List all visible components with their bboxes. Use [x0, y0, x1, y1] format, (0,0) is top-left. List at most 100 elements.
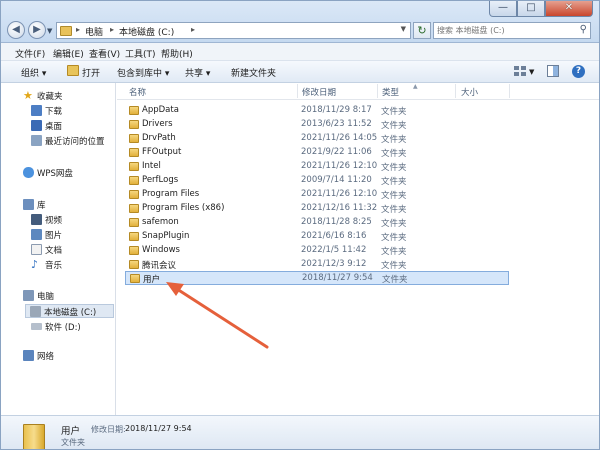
back-icon: ◀ [12, 24, 20, 35]
new-folder-button[interactable]: 新建文件夹 [231, 66, 276, 79]
cloud-icon [23, 167, 34, 178]
column-date-modified[interactable]: 修改日期 [302, 86, 336, 98]
desktop-icon [31, 120, 42, 131]
breadcrumb-computer[interactable]: 电脑 [85, 25, 103, 38]
file-row[interactable]: SnapPlugin 2021/6/16 8:16 文件夹 [125, 230, 509, 244]
picture-icon [31, 229, 42, 240]
menu-tools[interactable]: 工具(T) [125, 47, 156, 60]
address-bar[interactable]: ▸ 电脑 ▸ 本地磁盘 (C:) ▸ ▼ [56, 22, 411, 39]
file-row[interactable]: Intel 2021/11/26 12:10 文件夹 [125, 160, 509, 174]
file-row[interactable]: 腾讯会议 2021/12/3 9:12 文件夹 [125, 258, 509, 272]
drive-icon [31, 323, 42, 330]
sort-arrow-icon: ▲ [413, 83, 418, 90]
folder-icon [60, 26, 72, 36]
library-icon [23, 199, 34, 210]
file-list: AppData 2018/11/29 8:17 文件夹 Drivers 2013… [117, 101, 599, 415]
column-size[interactable]: 大小 [461, 86, 478, 98]
column-divider[interactable] [377, 84, 378, 98]
breadcrumb-separator-icon[interactable]: ▸ [76, 25, 80, 34]
column-headers: ▲ 名称 修改日期 类型 大小 [117, 83, 599, 100]
back-button[interactable]: ◀ [7, 21, 25, 39]
navigation-pane: ★ 收藏夹 下载 桌面 最近访问的位置 WPS网盘 库 视频 图片 文档 ♪ 音… [1, 83, 116, 415]
menu-file[interactable]: 文件(F) [15, 47, 45, 60]
folder-icon [130, 274, 140, 283]
file-row[interactable]: safemon 2018/11/28 8:25 文件夹 [125, 216, 509, 230]
breadcrumb-separator-icon[interactable]: ▸ [191, 25, 195, 34]
file-row-selected[interactable]: 用户 2018/11/27 9:54 文件夹 [125, 271, 509, 285]
file-row[interactable]: DrvPath 2021/11/26 14:05 文件夹 [125, 132, 509, 146]
computer-icon [23, 290, 34, 301]
view-dropdown-icon[interactable]: ▼ [529, 68, 534, 76]
search-icon: ⚲ [579, 24, 587, 35]
open-button[interactable]: 打开 [82, 66, 100, 79]
search-input[interactable] [434, 23, 574, 38]
folder-icon [129, 204, 139, 213]
recent-pages-dropdown[interactable]: ▼ [47, 27, 52, 35]
change-view-icon[interactable] [514, 65, 526, 77]
document-icon [31, 244, 42, 255]
file-row[interactable]: FFOutput 2021/9/22 11:06 文件夹 [125, 146, 509, 160]
file-row[interactable]: Drivers 2013/6/23 11:52 文件夹 [125, 118, 509, 132]
details-pane: 用户 修改日期: 2018/11/27 9:54 文件夹 [1, 415, 599, 449]
command-bar: 组织 ▾ 打开 包含到库中 ▾ 共享 ▾ 新建文件夹 ▼ ? [1, 61, 599, 83]
video-icon [31, 214, 42, 225]
search-box[interactable]: ⚲ [433, 22, 591, 39]
file-row[interactable]: Program Files (x86) 2021/12/16 11:32 文件夹 [125, 202, 509, 216]
folder-icon [129, 148, 139, 157]
menu-bar: 文件(F) 编辑(E) 查看(V) 工具(T) 帮助(H) [1, 43, 599, 61]
folder-icon [23, 424, 45, 449]
minimize-icon: — [498, 2, 508, 13]
folder-icon [129, 260, 139, 269]
file-row[interactable]: Windows 2022/1/5 11:42 文件夹 [125, 244, 509, 258]
forward-icon: ▶ [33, 24, 41, 35]
breadcrumb-separator-icon[interactable]: ▸ [110, 25, 114, 34]
organize-button[interactable]: 组织 ▾ [21, 66, 46, 79]
maximize-icon: □ [526, 2, 536, 13]
network-icon [23, 350, 34, 361]
column-divider[interactable] [509, 84, 510, 98]
forward-button[interactable]: ▶ [28, 21, 46, 39]
details-type: 文件夹 [61, 438, 85, 447]
nav-local-disk-c[interactable]: 本地磁盘 (C:) [25, 304, 114, 318]
drive-icon [30, 306, 41, 317]
address-dropdown-icon[interactable]: ▼ [401, 25, 406, 33]
folder-icon [129, 246, 139, 255]
close-button[interactable]: ✕ [545, 1, 593, 17]
folder-icon [129, 134, 139, 143]
menu-view[interactable]: 查看(V) [89, 47, 120, 60]
menu-edit[interactable]: 编辑(E) [53, 47, 84, 60]
maximize-button[interactable]: □ [517, 1, 545, 17]
minimize-button[interactable]: — [489, 1, 517, 17]
star-icon: ★ [23, 89, 33, 102]
column-name[interactable]: 名称 [129, 86, 146, 98]
folder-icon [129, 190, 139, 199]
file-row[interactable]: PerfLogs 2009/7/14 11:20 文件夹 [125, 174, 509, 188]
column-divider[interactable] [455, 84, 456, 98]
folder-icon [129, 232, 139, 241]
menu-help[interactable]: 帮助(H) [161, 47, 193, 60]
help-icon[interactable]: ? [572, 65, 585, 78]
downloads-icon [31, 105, 42, 116]
folder-icon [129, 218, 139, 227]
include-in-library-button[interactable]: 包含到库中 ▾ [117, 66, 169, 79]
title-bar: — □ ✕ ◀ ▶ ▼ ▸ 电脑 ▸ 本地磁盘 (C:) ▸ ▼ ↻ ⚲ [1, 1, 599, 43]
share-button[interactable]: 共享 ▾ [185, 66, 210, 79]
preview-pane-icon[interactable] [547, 65, 559, 77]
refresh-button[interactable]: ↻ [413, 22, 431, 39]
column-type[interactable]: 类型 [382, 86, 399, 98]
column-divider[interactable] [297, 84, 298, 98]
breadcrumb-local-disk[interactable]: 本地磁盘 (C:) [119, 25, 174, 38]
refresh-icon: ↻ [417, 24, 427, 37]
open-folder-icon [67, 65, 79, 76]
recent-places-icon [31, 135, 42, 146]
file-row[interactable]: Program Files 2021/11/26 12:10 文件夹 [125, 188, 509, 202]
folder-icon [129, 106, 139, 115]
folder-icon [129, 176, 139, 185]
folder-icon [129, 162, 139, 171]
explorer-window: — □ ✕ ◀ ▶ ▼ ▸ 电脑 ▸ 本地磁盘 (C:) ▸ ▼ ↻ ⚲ 文件(… [0, 0, 600, 450]
details-date-value: 2018/11/27 9:54 [125, 424, 192, 433]
close-icon: ✕ [564, 2, 574, 13]
music-icon: ♪ [31, 258, 39, 271]
folder-icon [129, 120, 139, 129]
file-row[interactable]: AppData 2018/11/29 8:17 文件夹 [125, 104, 509, 118]
